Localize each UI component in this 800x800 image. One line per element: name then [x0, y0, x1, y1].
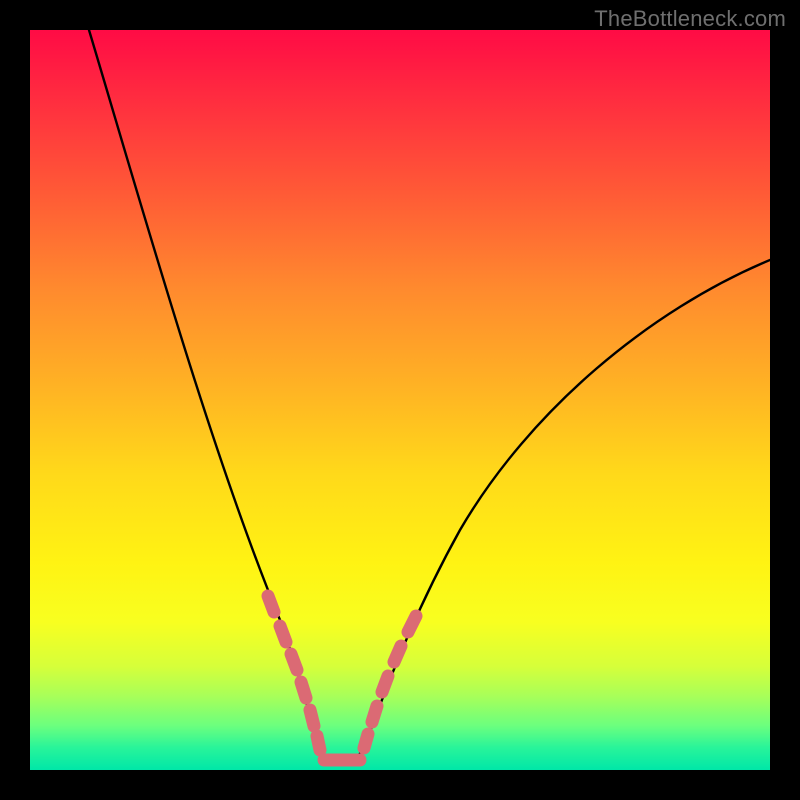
chart-svg [30, 30, 770, 770]
left-highlight-dots [268, 596, 320, 750]
chart-plot-area [30, 30, 770, 770]
right-highlight-dots [364, 616, 416, 748]
watermark-text: TheBottleneck.com [594, 6, 786, 32]
bottleneck-curve [89, 30, 770, 764]
